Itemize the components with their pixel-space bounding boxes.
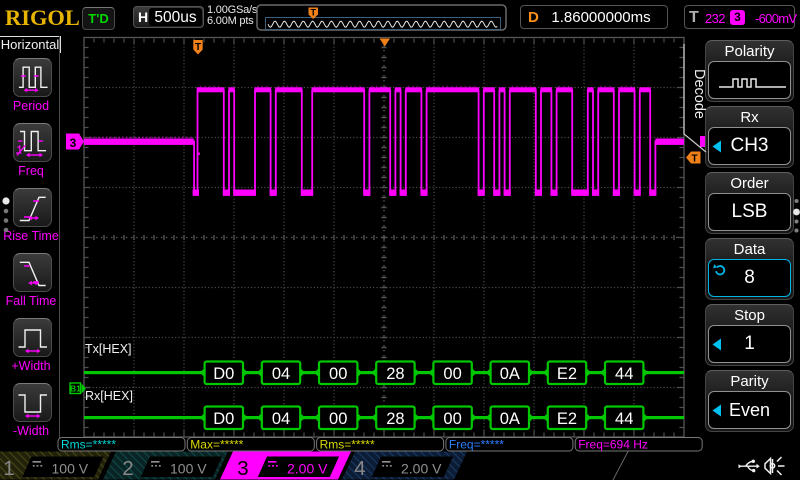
svg-text:Freq=694 Hz: Freq=694 Hz: [578, 438, 648, 452]
svg-text:2: 2: [122, 457, 133, 480]
svg-text:100 V: 100 V: [52, 461, 89, 477]
svg-text:44: 44: [615, 365, 633, 383]
svg-text:2.00 V: 2.00 V: [287, 461, 328, 477]
svg-text:E2: E2: [557, 365, 577, 383]
svg-text:2.00 V: 2.00 V: [401, 461, 442, 477]
svg-text:T: T: [195, 42, 201, 53]
svg-text:4: 4: [354, 457, 365, 480]
svg-text:Decode: Decode: [691, 69, 707, 119]
svg-text:00: 00: [443, 365, 461, 383]
svg-text:04: 04: [272, 365, 290, 383]
svg-text:0A: 0A: [500, 410, 520, 428]
svg-text:28: 28: [386, 365, 404, 383]
svg-text:00: 00: [443, 410, 461, 428]
svg-text:0A: 0A: [500, 365, 520, 383]
svg-text:D0: D0: [213, 410, 234, 428]
svg-text:3: 3: [70, 136, 77, 150]
svg-text:100 V: 100 V: [170, 461, 207, 477]
svg-text:T: T: [691, 154, 697, 165]
svg-text:28: 28: [386, 410, 404, 428]
svg-text:Freq=*****: Freq=*****: [449, 438, 504, 452]
svg-text:Rms=*****: Rms=*****: [61, 438, 116, 452]
svg-text:00: 00: [329, 365, 347, 383]
svg-text:04: 04: [272, 410, 290, 428]
svg-text:Rx[HEX]: Rx[HEX]: [85, 389, 133, 403]
svg-text:Tx[HEX]: Tx[HEX]: [85, 342, 132, 356]
svg-text:B1: B1: [70, 384, 81, 394]
svg-text:E2: E2: [557, 410, 577, 428]
svg-text:Max=*****: Max=*****: [190, 438, 243, 452]
svg-text:3: 3: [237, 457, 248, 480]
svg-text:D0: D0: [213, 365, 234, 383]
svg-text:Rms=*****: Rms=*****: [320, 438, 375, 452]
svg-text:1: 1: [3, 457, 14, 480]
svg-text:44: 44: [615, 410, 633, 428]
svg-text:00: 00: [329, 410, 347, 428]
